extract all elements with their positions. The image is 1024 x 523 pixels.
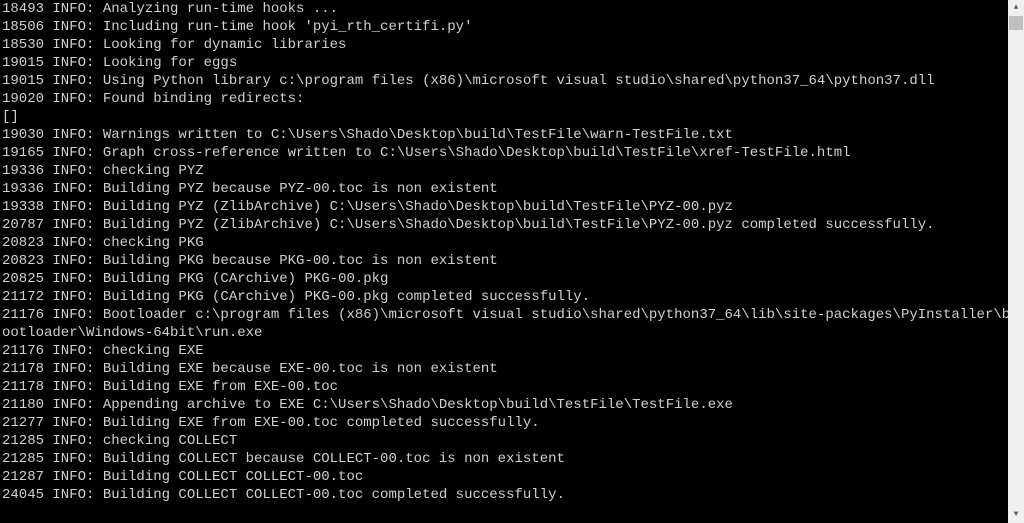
scroll-down-arrow[interactable]: ▼	[1008, 507, 1024, 523]
console-line: 21277 INFO: Building EXE from EXE-00.toc…	[2, 414, 1008, 432]
console-line: 18506 INFO: Including run-time hook 'pyi…	[2, 18, 1008, 36]
console-line: 19015 INFO: Looking for eggs	[2, 54, 1008, 72]
console-line: 21178 INFO: Building EXE because EXE-00.…	[2, 360, 1008, 378]
console-line: 21176 INFO: Bootloader c:\program files …	[2, 306, 1008, 324]
console-line: 19338 INFO: Building PYZ (ZlibArchive) C…	[2, 198, 1008, 216]
console-line: 19165 INFO: Graph cross-reference writte…	[2, 144, 1008, 162]
console-line: ootloader\Windows-64bit\run.exe	[2, 324, 1008, 342]
console-line: 18530 INFO: Looking for dynamic librarie…	[2, 36, 1008, 54]
console-line: 19030 INFO: Warnings written to C:\Users…	[2, 126, 1008, 144]
console-line: 19336 INFO: Building PYZ because PYZ-00.…	[2, 180, 1008, 198]
console-line: 21172 INFO: Building PKG (CArchive) PKG-…	[2, 288, 1008, 306]
console-line: 20823 INFO: Building PKG because PKG-00.…	[2, 252, 1008, 270]
scrollbar-thumb[interactable]	[1009, 16, 1023, 30]
scroll-up-arrow[interactable]: ▲	[1008, 0, 1024, 16]
console-line: 21285 INFO: checking COLLECT	[2, 432, 1008, 450]
console-line: 21176 INFO: checking EXE	[2, 342, 1008, 360]
console-line: 20787 INFO: Building PYZ (ZlibArchive) C…	[2, 216, 1008, 234]
console-line: 21178 INFO: Building EXE from EXE-00.toc	[2, 378, 1008, 396]
console-window: 18493 INFO: Analyzing run-time hooks ...…	[0, 0, 1024, 523]
console-line: 21287 INFO: Building COLLECT COLLECT-00.…	[2, 468, 1008, 486]
console-line: 20825 INFO: Building PKG (CArchive) PKG-…	[2, 270, 1008, 288]
console-line: 18493 INFO: Analyzing run-time hooks ...	[2, 0, 1008, 18]
console-line: 19020 INFO: Found binding redirects:	[2, 90, 1008, 108]
console-line: 19015 INFO: Using Python library c:\prog…	[2, 72, 1008, 90]
console-line: 21180 INFO: Appending archive to EXE C:\…	[2, 396, 1008, 414]
console-line: 21285 INFO: Building COLLECT because COL…	[2, 450, 1008, 468]
console-line: 24045 INFO: Building COLLECT COLLECT-00.…	[2, 486, 1008, 504]
console-output[interactable]: 18493 INFO: Analyzing run-time hooks ...…	[0, 0, 1008, 523]
console-line: 19336 INFO: checking PYZ	[2, 162, 1008, 180]
scrollbar-track[interactable]: ▲ ▼	[1008, 0, 1024, 523]
console-line: 20823 INFO: checking PKG	[2, 234, 1008, 252]
console-line: []	[2, 108, 1008, 126]
